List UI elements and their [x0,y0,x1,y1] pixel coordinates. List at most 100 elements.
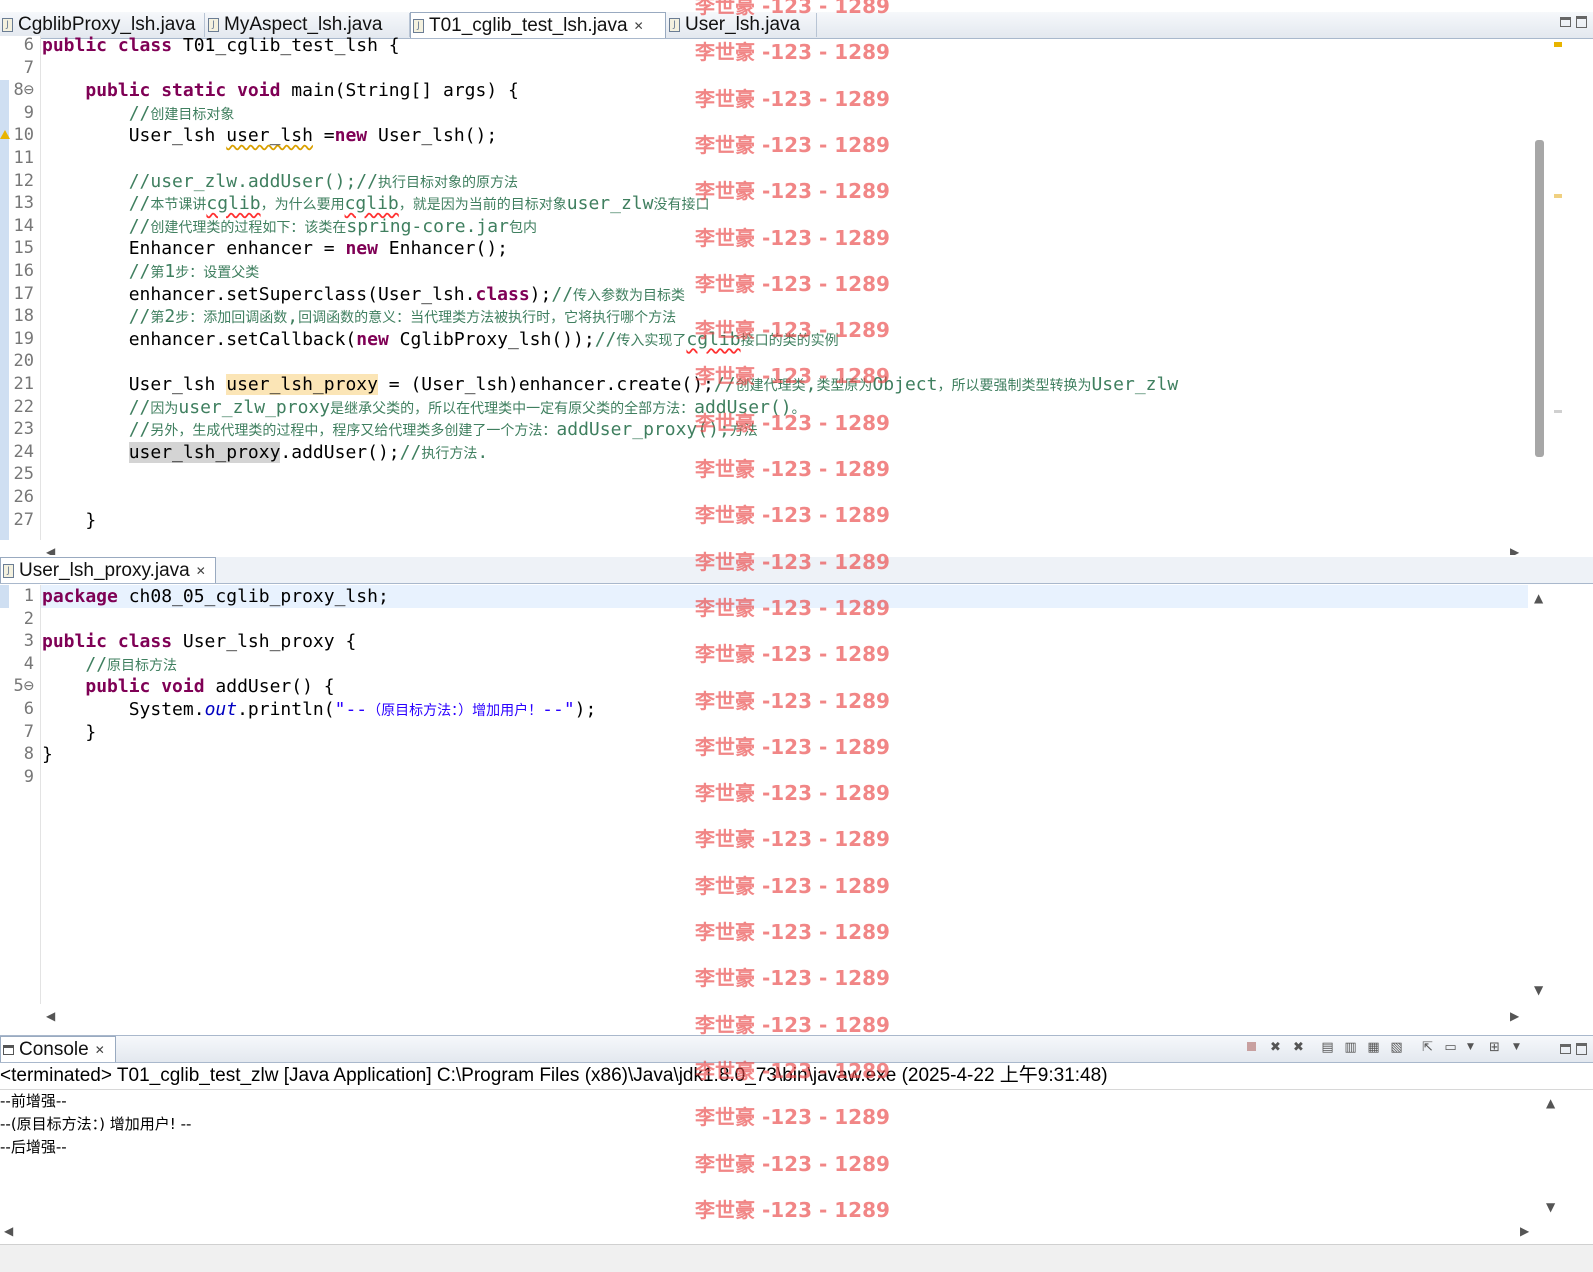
scroll-left-icon[interactable]: ◀ [46,1009,55,1023]
remove-all-launches-icon[interactable]: ✖ [1291,1040,1306,1055]
line-number: 24 [13,441,34,462]
line-number: 5⊖ [13,676,34,697]
warning-marker[interactable] [1554,42,1562,47]
line-number: 23 [13,419,34,440]
editor-tab-bar-2: J User_lsh_proxy.java ✕ [0,557,1593,584]
occurrence-marker[interactable] [1554,410,1562,413]
console-icon [3,1044,14,1055]
line-number: 12 [13,170,34,191]
overview-ruler [1552,36,1566,541]
editor-tab-bar: J CgblibProxy_lsh.java J MyAspect_lsh.ja… [0,12,1593,39]
console-output[interactable]: --前增强-- --(原目标方法：) 增加用户! -- --后增强-- [0,1090,1540,1220]
code-text: enhancer.setCallback(new CglibProxy_lsh(… [42,328,839,350]
tab-user-lsh[interactable]: J User_lsh.java [667,13,817,37]
show-on-output-icon[interactable]: ▧ [1389,1040,1404,1055]
console-output-line: --(原目标方法：) 增加用户! -- [0,1115,192,1133]
scroll-down-icon[interactable]: ▼ [1534,983,1543,997]
remove-launch-icon[interactable]: ✖ [1268,1040,1283,1055]
code-text: user_lsh_proxy.addUser();//执行方法. [128,441,489,463]
code-text: //本节课讲cglib，为什么要用cglib，就是因为当前的目标对象user_z… [128,193,710,215]
word-wrap-icon[interactable]: ▦ [1366,1040,1381,1055]
chevron-down-icon[interactable]: ▼ [1463,1040,1478,1055]
scroll-left-icon[interactable]: ◀ [46,545,55,555]
line-number: 6 [23,36,34,55]
maximize-icon[interactable] [1576,1043,1587,1055]
tab-cglibproxy[interactable]: J CgblibProxy_lsh.java [0,13,205,37]
tab-user-lsh-proxy[interactable]: J User_lsh_proxy.java ✕ [0,557,216,583]
maximize-icon[interactable] [1576,16,1587,28]
java-file-icon: J [2,18,13,32]
console-horizontal-scrollbar[interactable]: ◀ ▶ [0,1220,1540,1242]
minimize-icon[interactable] [1560,17,1571,27]
horizontal-scrollbar[interactable]: ◀ ▶ [0,540,1528,555]
code-text: //创建目标对象 [128,102,235,124]
tab-label: Console [19,1038,89,1060]
line-number: 13 [13,193,34,214]
terminate-icon[interactable] [1244,1040,1259,1055]
line-number: 21 [13,374,34,394]
java-file-icon: J [208,18,219,32]
chevron-down-icon[interactable]: ▼ [1509,1040,1524,1055]
code-text: } [42,721,97,743]
code-text: enhancer.setSuperclass(User_lsh.class);/… [42,283,686,305]
scroll-right-icon[interactable]: ▶ [1510,1009,1519,1023]
scroll-left-icon[interactable]: ◀ [4,1224,13,1238]
close-icon[interactable]: ✕ [95,1043,105,1057]
tab-console[interactable]: Console ✕ [0,1036,116,1062]
tab-t01-cglib-test[interactable]: J T01_cglib_test_lsh.java ✕ [410,12,666,38]
scroll-right-icon[interactable]: ▶ [1520,1224,1529,1238]
scroll-lock-icon[interactable]: ▥ [1343,1040,1358,1055]
scrollbar-thumb[interactable] [1535,140,1544,457]
line-number: 14 [13,215,34,236]
line-number: 16 [13,261,34,281]
code-text: package ch08_05_cglib_proxy_lsh; [42,586,389,607]
scroll-down-icon[interactable]: ▼ [1546,1200,1555,1214]
line-number: 2 [23,608,34,629]
code-text: //另外，生成代理类的过程中，程序又给代理类多创建了一个方法：addUser_p… [128,419,758,441]
vertical-scrollbar-2[interactable]: ▲ ▼ [1532,585,1546,1004]
line-number: 20 [13,351,34,372]
scroll-up-icon[interactable]: ▲ [1534,591,1543,605]
line-number: 18 [13,306,34,327]
scroll-right-icon[interactable]: ▶ [1510,545,1519,555]
console-view: Console ✕ ✖ ✖ ▤ ▥ ▦ ▧ ⇱ ▭ ▼ ⊞ ▼ <termina… [0,1035,1593,1272]
code-text: } [42,744,53,766]
tab-label: T01_cglib_test_lsh.java [429,14,628,36]
close-icon[interactable]: ✕ [196,564,206,578]
line-number: 9 [23,102,34,123]
code-text: } [42,509,97,531]
tab-label: User_lsh_proxy.java [19,559,190,581]
line-number: 26 [13,487,34,507]
line-number: 7 [23,57,34,78]
code-text: public static void main(String[] args) { [85,80,519,102]
vertical-scrollbar[interactable] [1532,36,1546,541]
clear-console-icon[interactable]: ▤ [1320,1040,1335,1055]
code-text: public void addUser() { [85,676,335,698]
line-number: 27 [13,509,34,530]
console-status: <terminated> T01_cglib_test_zlw [Java Ap… [0,1063,1593,1090]
close-icon[interactable]: ✕ [634,19,644,33]
open-console-icon[interactable]: ⊞ [1487,1040,1502,1055]
line-number: 8 [23,744,34,765]
code-area[interactable]: 6 public class T01_cglib_test_lsh { 7 8⊖ pu… [0,36,1528,541]
editor-pane-main: J CgblibProxy_lsh.java J MyAspect_lsh.ja… [0,12,1593,555]
display-console-icon[interactable]: ▭ [1443,1040,1458,1055]
code-area-2[interactable]: 1 package ch08_05_cglib_proxy_lsh; 2 3 publi… [0,585,1528,1004]
code-text: User_lsh user_lsh =new User_lsh(); [42,125,498,147]
code-text: System.out.println("--（原目标方法：）增加用户！--"); [42,699,597,720]
horizontal-scrollbar-2[interactable]: ◀ ▶ [0,1004,1528,1030]
pin-console-icon[interactable]: ⇱ [1420,1040,1435,1055]
code-text: public class User_lsh_proxy { [42,631,357,653]
code-text: User_lsh user_lsh_proxy = (User_lsh)enha… [42,374,1179,395]
line-number: 15 [13,238,34,259]
console-output-line: --后增强-- [0,1138,67,1156]
line-number: 1 [23,586,34,606]
minimize-icon[interactable] [1560,1044,1571,1054]
code-text: public class T01_cglib_test_lsh { [42,36,400,56]
tab-myaspect[interactable]: J MyAspect_lsh.java [206,13,410,37]
line-number: 8⊖ [13,80,34,101]
line-number: 4 [23,653,34,674]
occurrence-marker[interactable] [1554,194,1562,198]
console-vertical-scrollbar[interactable]: ▲ ▼ [1544,1092,1558,1220]
scroll-up-icon[interactable]: ▲ [1546,1096,1555,1110]
